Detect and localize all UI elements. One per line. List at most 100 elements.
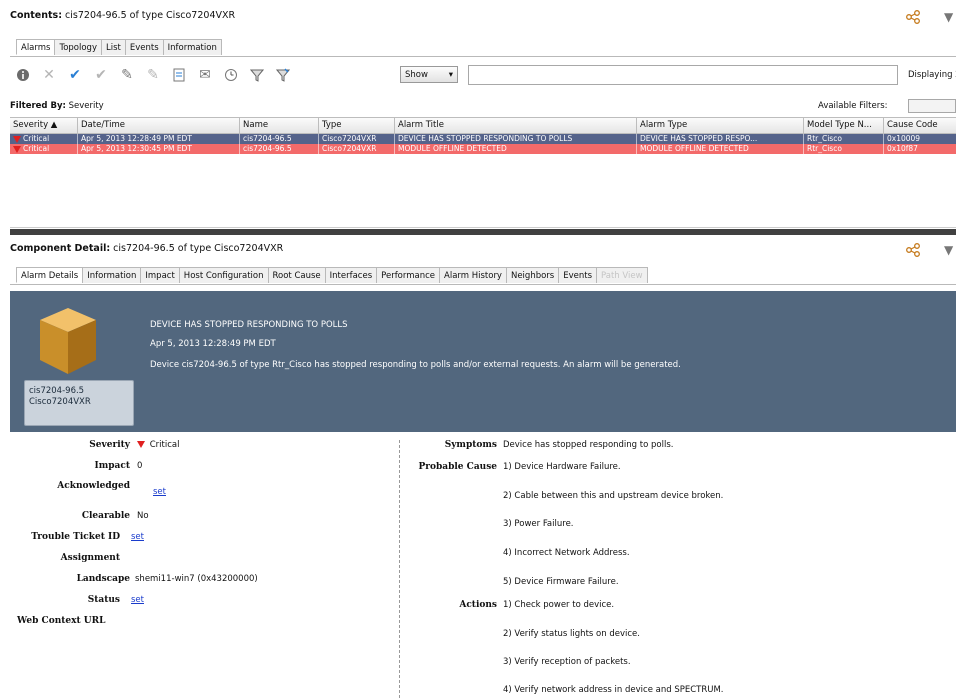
column-divider <box>399 440 400 698</box>
column-alarm-title[interactable]: Alarm Title <box>395 118 637 133</box>
alarm-type-cell: MODULE OFFLINE DETECTED <box>637 144 804 154</box>
column-type[interactable]: Type <box>319 118 395 133</box>
column-alarm-type[interactable]: Alarm Type <box>637 118 804 133</box>
column-name[interactable]: Name <box>240 118 319 133</box>
tab-topology[interactable]: Topology <box>54 39 102 55</box>
device-card[interactable]: cis7204-96.5 Cisco7204VXR <box>24 380 134 426</box>
unacknowledge-icon[interactable]: ✔ <box>88 64 114 86</box>
table-row[interactable]: Critical Apr 5, 2013 12:30:45 PM EDT cis… <box>10 144 956 154</box>
banner-date: Apr 5, 2013 12:28:49 PM EDT <box>150 339 276 349</box>
share-icon[interactable] <box>906 243 920 257</box>
share-icon[interactable] <box>906 10 920 24</box>
clearable-label: Clearable <box>81 511 130 521</box>
tab-events[interactable]: Events <box>558 267 598 283</box>
cause-item: 5) Device Firmware Failure. <box>503 577 619 587</box>
tab-list[interactable]: List <box>101 39 126 55</box>
actions-label: Actions <box>459 600 497 610</box>
model-type-cell: Rtr_Cisco <box>804 134 884 144</box>
table-row[interactable]: Critical Apr 5, 2013 12:28:49 PM EDT cis… <box>10 134 956 144</box>
tabs-divider <box>10 284 956 285</box>
component-detail-label: Component Detail: <box>10 243 111 254</box>
filtered-by-value: Severity <box>68 101 104 111</box>
displaying-count: Displaying 2 of <box>908 70 956 80</box>
type-cell: Cisco7204VXR <box>319 144 395 154</box>
type-cell: Cisco7204VXR <box>319 134 395 144</box>
action-item: 2) Verify status lights on device. <box>503 629 640 639</box>
panel-splitter[interactable] <box>10 229 956 235</box>
column-datetime[interactable]: Date/Time <box>78 118 240 133</box>
symptoms-value: Device has stopped responding to polls. <box>503 440 674 450</box>
critical-icon <box>13 145 21 153</box>
device-cube-icon <box>40 308 96 374</box>
tab-alarm-details[interactable]: Alarm Details <box>16 267 84 283</box>
tab-impact[interactable]: Impact <box>140 267 180 283</box>
datetime-cell: Apr 5, 2013 12:30:45 PM EDT <box>78 144 240 154</box>
cause-code-cell: 0x10f87 <box>887 144 918 153</box>
tab-alarm-history[interactable]: Alarm History <box>439 267 507 283</box>
device-type: Cisco7204VXR <box>29 397 91 407</box>
unassign-icon[interactable]: ✎ <box>140 64 166 86</box>
tab-path-view: Path View <box>596 267 648 283</box>
acknowledged-set-link[interactable]: set <box>153 487 166 497</box>
impact-value: 0 <box>137 461 143 471</box>
web-context-url-label: Web Context URL <box>17 616 106 626</box>
filter-tool-icon[interactable] <box>270 64 296 86</box>
status-set-link[interactable]: set <box>131 595 144 605</box>
cause-item: 2) Cable between this and upstream devic… <box>503 491 724 501</box>
available-filters-select[interactable] <box>908 99 956 113</box>
cause-item: 3) Power Failure. <box>503 519 574 529</box>
tab-events[interactable]: Events <box>124 39 164 55</box>
datetime-cell: Apr 5, 2013 12:28:49 PM EDT <box>78 134 240 144</box>
landscape-value: shemi11-win7 (0x43200000) <box>135 574 258 584</box>
tab-host-configuration[interactable]: Host Configuration <box>178 267 269 283</box>
contents-header: Contents: cis7204-96.5 of type Cisco7204… <box>10 10 235 21</box>
alarm-title-cell: MODULE OFFLINE DETECTED <box>395 144 637 154</box>
clear-icon[interactable]: ✕ <box>36 64 62 86</box>
report-icon[interactable] <box>166 64 192 86</box>
tab-information[interactable]: Information <box>162 39 222 55</box>
critical-icon <box>137 441 145 448</box>
panel-menu-icon[interactable]: ▼ <box>944 243 953 257</box>
email-icon[interactable]: ✉ <box>192 64 218 86</box>
tab-root-cause[interactable]: Root Cause <box>267 267 326 283</box>
action-item: 1) Check power to device. <box>503 600 615 610</box>
alarm-toolbar: ✕ ✔ ✔ ✎ ✎ ✉ <box>10 62 296 88</box>
alarm-title-cell: DEVICE HAS STOPPED RESPONDING TO POLLS <box>395 134 637 144</box>
severity-cell: Critical <box>10 134 78 144</box>
filtered-by-label: Filtered By: <box>10 101 66 111</box>
filtered-by: Filtered By: Severity <box>10 101 104 111</box>
filter-icon[interactable] <box>244 64 270 86</box>
chevron-down-icon: ▾ <box>448 69 453 80</box>
probable-cause-label: Probable Cause <box>418 462 497 472</box>
symptoms-label: Symptoms <box>444 440 497 450</box>
search-input[interactable] <box>468 65 898 85</box>
table-empty-area <box>10 164 956 228</box>
trouble-ticket-set-link[interactable]: set <box>131 532 144 542</box>
tab-information[interactable]: Information <box>82 267 142 283</box>
tab-performance[interactable]: Performance <box>376 267 441 283</box>
available-filters-label: Available Filters: <box>818 101 888 111</box>
info-icon[interactable] <box>10 64 36 86</box>
tab-interfaces[interactable]: Interfaces <box>324 267 378 283</box>
severity-cell: Critical <box>10 144 78 154</box>
assign-icon[interactable]: ✎ <box>114 64 140 86</box>
contents-tabs: Alarms Topology List Events Information <box>16 39 222 55</box>
panel-menu-icon[interactable]: ▼ <box>944 10 953 24</box>
component-detail-header: Component Detail: cis7204-96.5 of type C… <box>10 243 283 254</box>
show-dropdown[interactable]: Show ▾ <box>400 66 458 83</box>
tab-alarms[interactable]: Alarms <box>16 39 56 55</box>
acknowledged-label: Acknowledged <box>57 481 130 491</box>
contents-title: cis7204-96.5 of type Cisco7204VXR <box>65 10 236 21</box>
severity-label: Severity <box>89 440 130 450</box>
acknowledge-icon[interactable]: ✔ <box>62 64 88 86</box>
banner-title: DEVICE HAS STOPPED RESPONDING TO POLLS <box>150 320 348 330</box>
contents-label: Contents: <box>10 10 63 21</box>
cause-item: 4) Incorrect Network Address. <box>503 548 630 558</box>
tab-neighbors[interactable]: Neighbors <box>505 267 560 283</box>
column-severity[interactable]: Severity ▲ <box>10 118 78 133</box>
name-cell: cis7204-96.5 <box>240 134 319 144</box>
device-name: cis7204-96.5 <box>29 386 85 396</box>
clock-icon[interactable] <box>218 64 244 86</box>
column-cause-code[interactable]: Cause Code <box>884 118 956 133</box>
column-model-type[interactable]: Model Type N... <box>804 118 884 133</box>
